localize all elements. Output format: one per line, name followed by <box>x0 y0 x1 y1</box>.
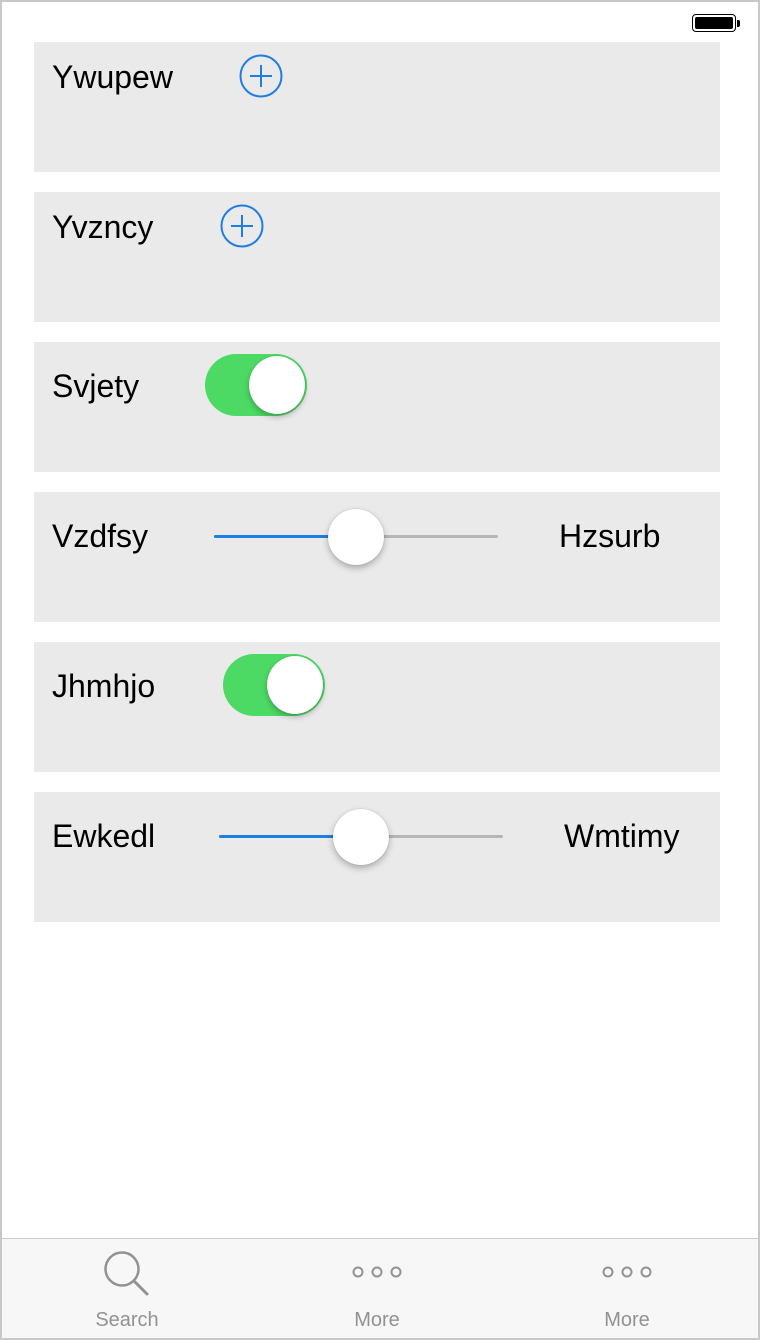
row-ewkedl: Ewkedl Wmtimy <box>34 792 720 922</box>
ewkedl-slider[interactable] <box>219 808 503 866</box>
row-vzdfsy: Vzdfsy Hzsurb <box>34 492 720 622</box>
search-icon <box>104 1251 149 1296</box>
row-jhmhjo: Jhmhjo <box>34 642 720 772</box>
add-circle-icon[interactable] <box>239 54 283 98</box>
toggle-knob <box>249 356 305 414</box>
row-label: Vzdfsy <box>52 518 149 554</box>
add-circle-icon[interactable] <box>220 204 264 248</box>
slider-thumb[interactable] <box>328 509 384 565</box>
row-label: Ewkedl <box>52 818 156 854</box>
slider-max-label: Hzsurb <box>559 518 661 554</box>
row-svjety: Svjety <box>34 342 720 472</box>
tab-bar: Search More More <box>2 1238 758 1338</box>
row-label: Jhmhjo <box>52 668 156 704</box>
battery-icon <box>692 14 740 32</box>
more-icon <box>352 1266 402 1278</box>
tab-more-2[interactable]: More <box>502 1239 752 1338</box>
tab-label: More <box>604 1309 650 1331</box>
vzdfsy-slider[interactable] <box>214 508 498 566</box>
tab-search[interactable]: Search <box>2 1239 252 1338</box>
app-screen: Ywupew Yvzncy Svjety Vzdfsy Hzsurb Jhmhj… <box>0 0 760 1340</box>
jhmhjo-toggle[interactable] <box>223 654 325 716</box>
row-label: Ywupew <box>52 59 173 95</box>
row-label: Svjety <box>52 368 140 404</box>
toggle-knob <box>267 656 323 714</box>
row-label: Yvzncy <box>52 209 154 245</box>
tab-label: More <box>354 1309 400 1331</box>
slider-max-label: Wmtimy <box>564 818 680 854</box>
tab-more-1[interactable]: More <box>252 1239 502 1338</box>
tab-label: Search <box>95 1309 159 1331</box>
more-icon <box>602 1266 652 1278</box>
row-ywupew: Ywupew <box>34 42 720 172</box>
row-yvzncy: Yvzncy <box>34 192 720 322</box>
slider-thumb[interactable] <box>333 809 389 865</box>
svjety-toggle[interactable] <box>205 354 307 416</box>
